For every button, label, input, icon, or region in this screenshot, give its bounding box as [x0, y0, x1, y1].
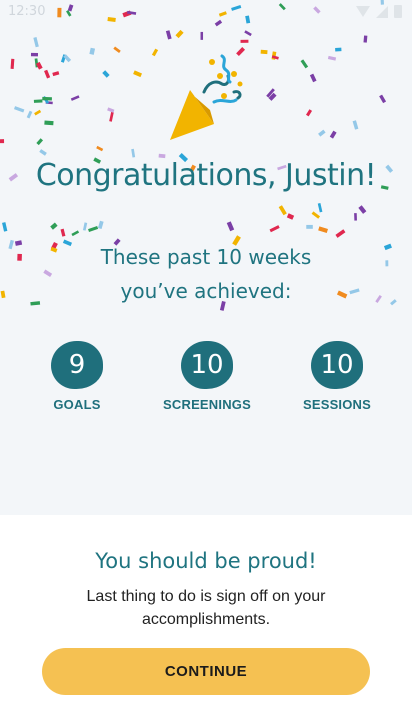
confetti-piece [358, 205, 367, 214]
confetti-piece [306, 224, 313, 229]
confetti-piece [151, 48, 159, 57]
confetti-piece [89, 47, 96, 55]
confetti-piece [269, 225, 280, 233]
confetti-piece [50, 246, 58, 253]
confetti-piece [88, 225, 99, 233]
confetti-piece [318, 129, 326, 137]
confetti-piece [335, 47, 342, 52]
confetti-piece [175, 29, 184, 39]
confetti-piece [50, 222, 58, 230]
stat-sessions: 10 SESSIONS [277, 341, 397, 412]
confetti-piece [36, 138, 44, 146]
confetti-piece [335, 229, 346, 238]
confetti-piece [311, 211, 321, 219]
confetti-piece [0, 139, 5, 144]
confetti-piece [375, 294, 382, 303]
confetti-piece [113, 46, 121, 54]
confetti-piece [300, 59, 309, 69]
confetti-piece [10, 58, 15, 69]
confetti-piece [317, 203, 323, 213]
confetti-piece [71, 230, 80, 237]
confetti-piece [39, 149, 47, 156]
confetti-piece [109, 111, 114, 122]
confetti-piece [42, 96, 52, 101]
status-icons [356, 5, 402, 18]
achievement-subtitle: These past 10 weeks you’ve achieved: [100, 245, 312, 303]
stat-bubble: 10 [181, 341, 233, 389]
confetti-piece [33, 99, 43, 103]
confetti-piece [363, 35, 368, 43]
celebration-panel: 12:30 Congratulations, Justin! These pas… [0, 0, 412, 515]
confetti-piece [30, 52, 39, 57]
confetti-piece [352, 120, 359, 130]
confetti-piece [354, 213, 357, 221]
confetti-piece [286, 213, 295, 220]
proud-heading: You should be proud! [95, 549, 317, 573]
confetti-piece [14, 240, 23, 246]
confetti-piece [379, 94, 387, 104]
confetti-piece [70, 95, 80, 101]
congratulations-title: Congratulations, Justin! [35, 158, 377, 193]
confetti-piece [52, 71, 60, 77]
sign-off-panel: You should be proud! Last thing to do is… [0, 515, 412, 726]
confetti-piece [33, 37, 39, 48]
confetti-piece [96, 145, 104, 152]
stat-value: 9 [68, 350, 86, 380]
stat-bubble: 9 [51, 341, 103, 389]
confetti-piece [226, 221, 235, 232]
stats-row: 9 GOALS 10 SCREENINGS 10 SESSIONS [0, 341, 412, 421]
confetti-piece [309, 73, 317, 83]
confetti-piece [102, 70, 110, 78]
confetti-piece [305, 109, 313, 117]
confetti-piece [133, 70, 143, 78]
confetti-piece [97, 220, 104, 230]
confetti-piece [8, 239, 14, 250]
confetti-piece [165, 30, 172, 40]
stat-value: 10 [320, 350, 354, 380]
confetti-piece [0, 290, 6, 299]
confetti-piece [26, 110, 33, 119]
stat-screenings: 10 SCREENINGS [147, 341, 267, 412]
confetti-piece [383, 243, 392, 251]
confetti-piece [327, 55, 337, 61]
confetti-piece [240, 39, 249, 43]
confetti-piece [2, 222, 8, 232]
confetti-piece [44, 69, 51, 79]
party-popper-icon [170, 54, 243, 140]
status-bar: 12:30 [0, 0, 412, 24]
confetti-piece [107, 107, 115, 113]
confetti-piece [278, 205, 287, 216]
confetti-piece [200, 31, 204, 40]
confetti-piece [131, 148, 136, 158]
confetti-piece [390, 299, 397, 306]
confetti-piece [43, 269, 53, 277]
confetti-piece [44, 120, 54, 126]
confetti-piece [349, 288, 360, 295]
stat-label: SESSIONS [302, 397, 372, 412]
confetti-piece [34, 109, 42, 116]
stat-label: SCREENINGS [163, 397, 251, 412]
stat-label: GOALS [53, 397, 101, 412]
continue-button[interactable]: CONTINUE [42, 648, 370, 695]
stat-bubble: 10 [311, 341, 363, 389]
confetti-piece [60, 228, 66, 237]
stat-goals: 9 GOALS [17, 341, 137, 412]
stat-value: 10 [190, 350, 224, 380]
confetti-piece [30, 301, 41, 306]
confetti-piece [385, 260, 389, 267]
confetti-piece [329, 130, 337, 139]
battery-icon [394, 5, 402, 18]
status-time: 12:30 [8, 4, 46, 19]
confetti-piece [244, 30, 252, 37]
confetti-piece [318, 226, 328, 234]
confetti-piece [82, 222, 88, 231]
wifi-icon [356, 6, 370, 17]
confetti-piece [260, 49, 268, 55]
confetti-piece [13, 106, 25, 113]
confetti-piece [17, 253, 22, 261]
sign-off-description: Last thing to do is sign off on your acc… [86, 588, 326, 628]
signal-icon [376, 5, 388, 18]
